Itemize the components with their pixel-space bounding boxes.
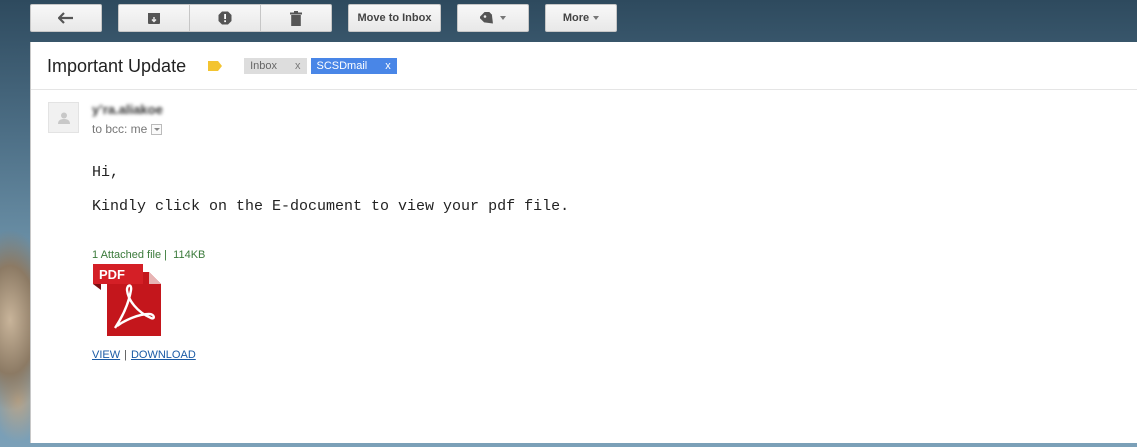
chevron-down-icon [153, 127, 160, 131]
toolbar: Move to Inbox More [0, 0, 1137, 40]
attachment-count: 1 Attached file | [92, 249, 168, 261]
header-divider [31, 89, 1137, 90]
report-spam-button[interactable] [190, 5, 261, 31]
labels-button[interactable] [457, 4, 529, 32]
move-to-inbox-button[interactable]: Move to Inbox [348, 4, 441, 32]
sender-name[interactable]: y’ra.aliakoe [92, 102, 163, 117]
action-button-group [118, 4, 332, 32]
more-label: More [562, 12, 590, 24]
chevron-down-icon [500, 16, 506, 20]
archive-button[interactable] [119, 5, 190, 31]
attachment-links: VIEW | DOWNLOAD [92, 349, 196, 361]
trash-icon [290, 10, 302, 26]
report-spam-icon [218, 11, 232, 25]
reply-arrow-icon [58, 12, 73, 24]
archive-icon [148, 12, 160, 24]
more-button[interactable]: More [545, 4, 617, 32]
body-line: Kindly click on the E-document to view y… [92, 198, 570, 215]
label-chip-inbox: Inbox x [244, 58, 307, 74]
delete-button[interactable] [261, 5, 331, 31]
show-details-button[interactable] [151, 123, 163, 135]
link-separator: | [124, 349, 127, 361]
email-subject: Important Update [47, 55, 187, 76]
attachment-size: 114KB [173, 249, 206, 261]
label-chip-name: SCSDmail [316, 60, 368, 72]
body-line: Hi, [92, 164, 120, 181]
message-panel: Important Update Inbox x SCSDmail x y’ra… [30, 42, 1137, 443]
view-link[interactable]: VIEW [92, 349, 120, 361]
label-chip-scsdmail: SCSDmail x [310, 58, 397, 74]
chevron-down-icon [593, 16, 600, 20]
move-to-inbox-label: Move to Inbox [357, 12, 432, 24]
back-button[interactable] [30, 4, 102, 32]
recipient-text: to bcc: me [92, 122, 148, 136]
recipient-line: to bcc: me [92, 122, 163, 136]
label-chip-name: Inbox [250, 60, 277, 72]
label-tag-icon [480, 11, 493, 23]
person-icon [57, 112, 70, 124]
remove-label-button[interactable]: x [385, 60, 391, 72]
pdf-file-icon[interactable]: PDF [93, 264, 163, 338]
remove-label-button[interactable]: x [295, 60, 301, 72]
pdf-icon-label: PDF [99, 267, 125, 282]
subject-row: Important Update Inbox x SCSDmail x [47, 54, 397, 78]
download-link[interactable]: DOWNLOAD [131, 349, 196, 361]
attachment-info: 1 Attached file | 114KB [92, 249, 205, 261]
avatar[interactable] [48, 102, 79, 133]
important-marker-icon[interactable] [208, 61, 223, 71]
